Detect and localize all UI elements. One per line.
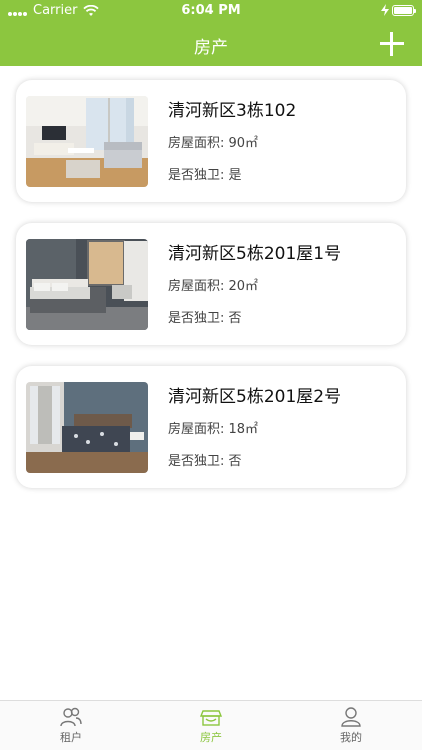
- nav-bar: 房产: [0, 22, 422, 66]
- status-bar: Carrier 6:04 PM: [0, 0, 422, 22]
- property-title: 清河新区3栋102: [168, 101, 297, 121]
- tab-label: 租户: [60, 731, 82, 744]
- house-icon: [200, 710, 222, 726]
- property-card[interactable]: 清河新区3栋102 房屋面积: 90㎡ 是否独卫: 是: [16, 80, 406, 202]
- tab-tenants[interactable]: 租户: [36, 707, 106, 745]
- tab-bar: 租户 房产 我的: [0, 700, 422, 750]
- status-time: 6:04 PM: [181, 3, 241, 18]
- person-icon: [341, 707, 361, 727]
- property-bath: 是否独卫: 否: [168, 454, 242, 469]
- tab-label: 我的: [340, 731, 362, 744]
- charging-icon: [381, 4, 389, 16]
- property-bath: 是否独卫: 否: [168, 311, 242, 326]
- property-area: 房屋面积: 20㎡: [168, 279, 259, 294]
- property-photo: [26, 96, 148, 187]
- tab-me[interactable]: 我的: [316, 707, 386, 745]
- status-right: [380, 4, 416, 16]
- property-area: 房屋面积: 90㎡: [168, 136, 259, 151]
- people-icon: [60, 707, 82, 727]
- property-photo: [26, 382, 148, 473]
- property-title: 清河新区5栋201屋1号: [168, 244, 342, 264]
- property-card[interactable]: 清河新区5栋201屋1号 房屋面积: 20㎡ 是否独卫: 否: [16, 223, 406, 345]
- battery-icon: [392, 4, 416, 16]
- tab-properties[interactable]: 房产: [176, 707, 246, 745]
- property-bath: 是否独卫: 是: [168, 168, 242, 183]
- property-photo: [26, 239, 148, 330]
- page-title: 房产: [194, 38, 228, 58]
- property-card[interactable]: 清河新区5栋201屋2号 房屋面积: 18㎡ 是否独卫: 否: [16, 366, 406, 488]
- plus-icon[interactable]: [378, 30, 406, 58]
- property-area: 房屋面积: 18㎡: [168, 422, 259, 437]
- property-title: 清河新区5栋201屋2号: [168, 387, 342, 407]
- tab-label: 房产: [200, 731, 222, 744]
